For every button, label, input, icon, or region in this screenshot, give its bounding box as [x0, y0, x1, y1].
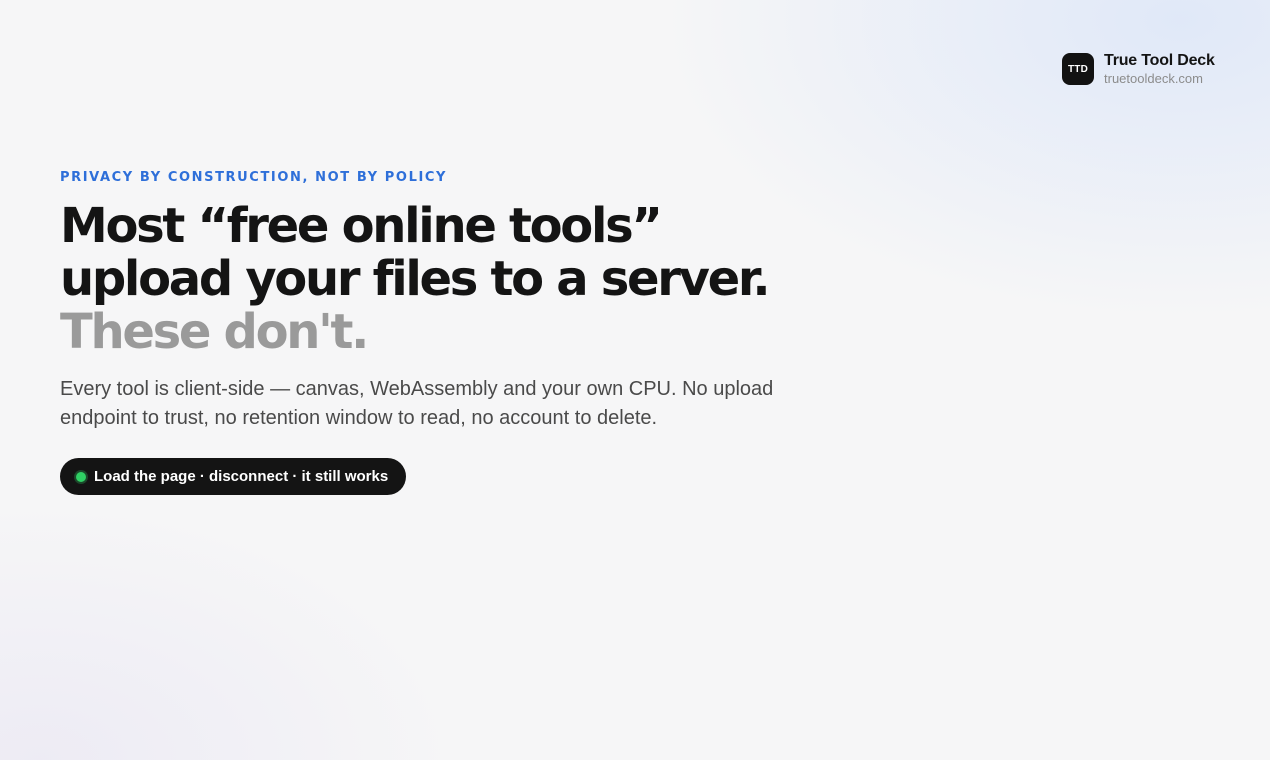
headline-line-1: Most “free online tools” [60, 198, 663, 254]
brand-logo[interactable]: TTD True Tool Deck truetooldeck.com [1062, 53, 1215, 85]
headline-line-2: upload your files to a server. [60, 251, 771, 307]
hero-eyebrow: PRIVACY BY CONSTRUCTION, NOT BY POLICY [60, 170, 448, 185]
status-dot-icon [76, 471, 86, 482]
hero-section: PRIVACY BY CONSTRUCTION, NOT BY POLICY M… [60, 170, 820, 453]
headline-line-3: These don't. [60, 304, 369, 360]
brand-domain: truetooldeck.com [1104, 71, 1203, 86]
brand-text: True Tool Deck truetooldeck.com [1104, 52, 1215, 86]
hero-headline: Most “free online tools” upload your fil… [60, 200, 820, 359]
brand-name: True Tool Deck [1104, 52, 1215, 69]
hero-description: Every tool is client-side — canvas, WebA… [60, 378, 774, 429]
brand-mark-icon: TTD [1062, 53, 1094, 85]
offline-status-label: Load the page · disconnect · it still wo… [94, 468, 389, 485]
offline-status-pill: Load the page · disconnect · it still wo… [60, 458, 407, 495]
